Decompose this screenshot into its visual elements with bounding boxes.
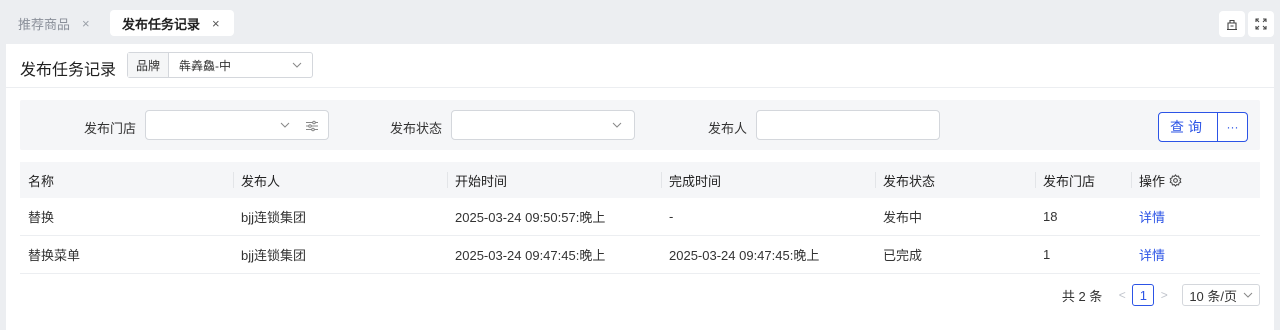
tab-recommended-products[interactable]: 推荐商品 × (6, 10, 104, 36)
column-header-actions: 操作 (1131, 162, 1260, 198)
store-filter-label: 发布门店 (84, 121, 137, 136)
actions-header-label: 操作 (1139, 173, 1166, 189)
chevron-down-icon (280, 122, 290, 128)
column-header-stores: 发布门店 (1035, 162, 1131, 198)
cell-stores: 1 (1043, 247, 1051, 262)
cell-status: 已完成 (883, 248, 923, 263)
page-title: 发布任务记录 (20, 62, 117, 79)
page-button-current[interactable]: 1 (1132, 284, 1155, 306)
details-link[interactable]: 详情 (1139, 245, 1165, 264)
brand-select[interactable]: 品牌 犇羴鱻-中 (127, 52, 313, 78)
cell-start-time: 2025-03-24 09:50:57:晚上 (455, 210, 606, 225)
cell-start-time: 2025-03-24 09:47:45:晚上 (455, 248, 606, 263)
chevron-down-icon (292, 62, 302, 68)
filter-bar: 发布门店 发布状态 发布人 查询 ··· (20, 100, 1260, 150)
brand-value: 犇羴鱻-中 (179, 58, 232, 73)
chevron-down-icon (1243, 292, 1253, 298)
cell-name: 替换 (28, 210, 55, 225)
cell-name: 替换菜单 (28, 248, 81, 263)
table-row: 替换 bjj连锁集团 2025-03-24 09:50:57:晚上 - 发布中 … (20, 198, 1260, 236)
status-select[interactable] (451, 110, 635, 140)
fullscreen-icon[interactable] (1248, 11, 1274, 37)
brand-label: 品牌 (128, 53, 170, 77)
column-header-publisher: 发布人 (233, 162, 447, 198)
chevron-down-icon (612, 122, 622, 128)
table-header: 名称 发布人 开始时间 完成时间 发布状态 发布门店 操作 (20, 162, 1260, 198)
cell-finish-time: - (669, 209, 674, 224)
tab-label: 发布任务记录 (122, 16, 201, 32)
cell-publisher: bjj连锁集团 (241, 210, 307, 225)
next-page-button[interactable]: > (1156, 288, 1172, 302)
column-header-status: 发布状态 (875, 162, 1035, 198)
more-options-button[interactable]: ··· (1218, 112, 1248, 142)
prev-page-button[interactable]: < (1114, 288, 1130, 302)
details-link[interactable]: 详情 (1139, 207, 1165, 226)
cell-finish-time: 2025-03-24 09:47:45:晚上 (669, 248, 820, 263)
filter-settings-icon[interactable] (305, 119, 319, 133)
close-icon[interactable]: × (82, 16, 90, 31)
cell-stores: 18 (1043, 209, 1058, 224)
column-header-name: 名称 (28, 173, 55, 189)
page-size-value: 10 条/页 (1189, 288, 1237, 304)
cell-publisher: bjj连锁集团 (241, 248, 307, 263)
total-count: 共 2 条 (1061, 288, 1103, 304)
status-filter-label: 发布状态 (390, 121, 443, 136)
page-size-select[interactable]: 10 条/页 (1182, 284, 1260, 306)
content-card: 发布任务记录 品牌 犇羴鱻-中 发布门店 发布状态 发布人 查询 ··· 名称 … (6, 44, 1274, 330)
task-table: 名称 发布人 开始时间 完成时间 发布状态 发布门店 操作 替换 bjj连锁集团… (20, 162, 1260, 274)
publisher-filter-label: 发布人 (708, 121, 748, 136)
pagination: 共 2 条 < 1 > 10 条/页 (1062, 284, 1260, 306)
title-row: 发布任务记录 品牌 犇羴鱻-中 (6, 44, 1274, 88)
tab-label: 推荐商品 (18, 16, 71, 32)
table-row: 替换菜单 bjj连锁集团 2025-03-24 09:47:45:晚上 2025… (20, 236, 1260, 274)
home-icon[interactable] (1219, 11, 1245, 37)
query-button-group: 查询 ··· (1158, 112, 1248, 142)
publisher-input[interactable] (756, 110, 940, 140)
query-button[interactable]: 查询 (1158, 112, 1218, 142)
gear-icon[interactable] (1169, 173, 1182, 187)
store-select[interactable] (145, 110, 329, 140)
cell-status: 发布中 (883, 210, 923, 225)
tab-publish-task-records[interactable]: 发布任务记录 × (110, 10, 234, 36)
tab-bar: 推荐商品 × 发布任务记录 × (0, 0, 1280, 44)
column-header-start-time: 开始时间 (447, 162, 661, 198)
column-header-finish-time: 完成时间 (661, 162, 875, 198)
close-icon[interactable]: × (212, 16, 220, 31)
